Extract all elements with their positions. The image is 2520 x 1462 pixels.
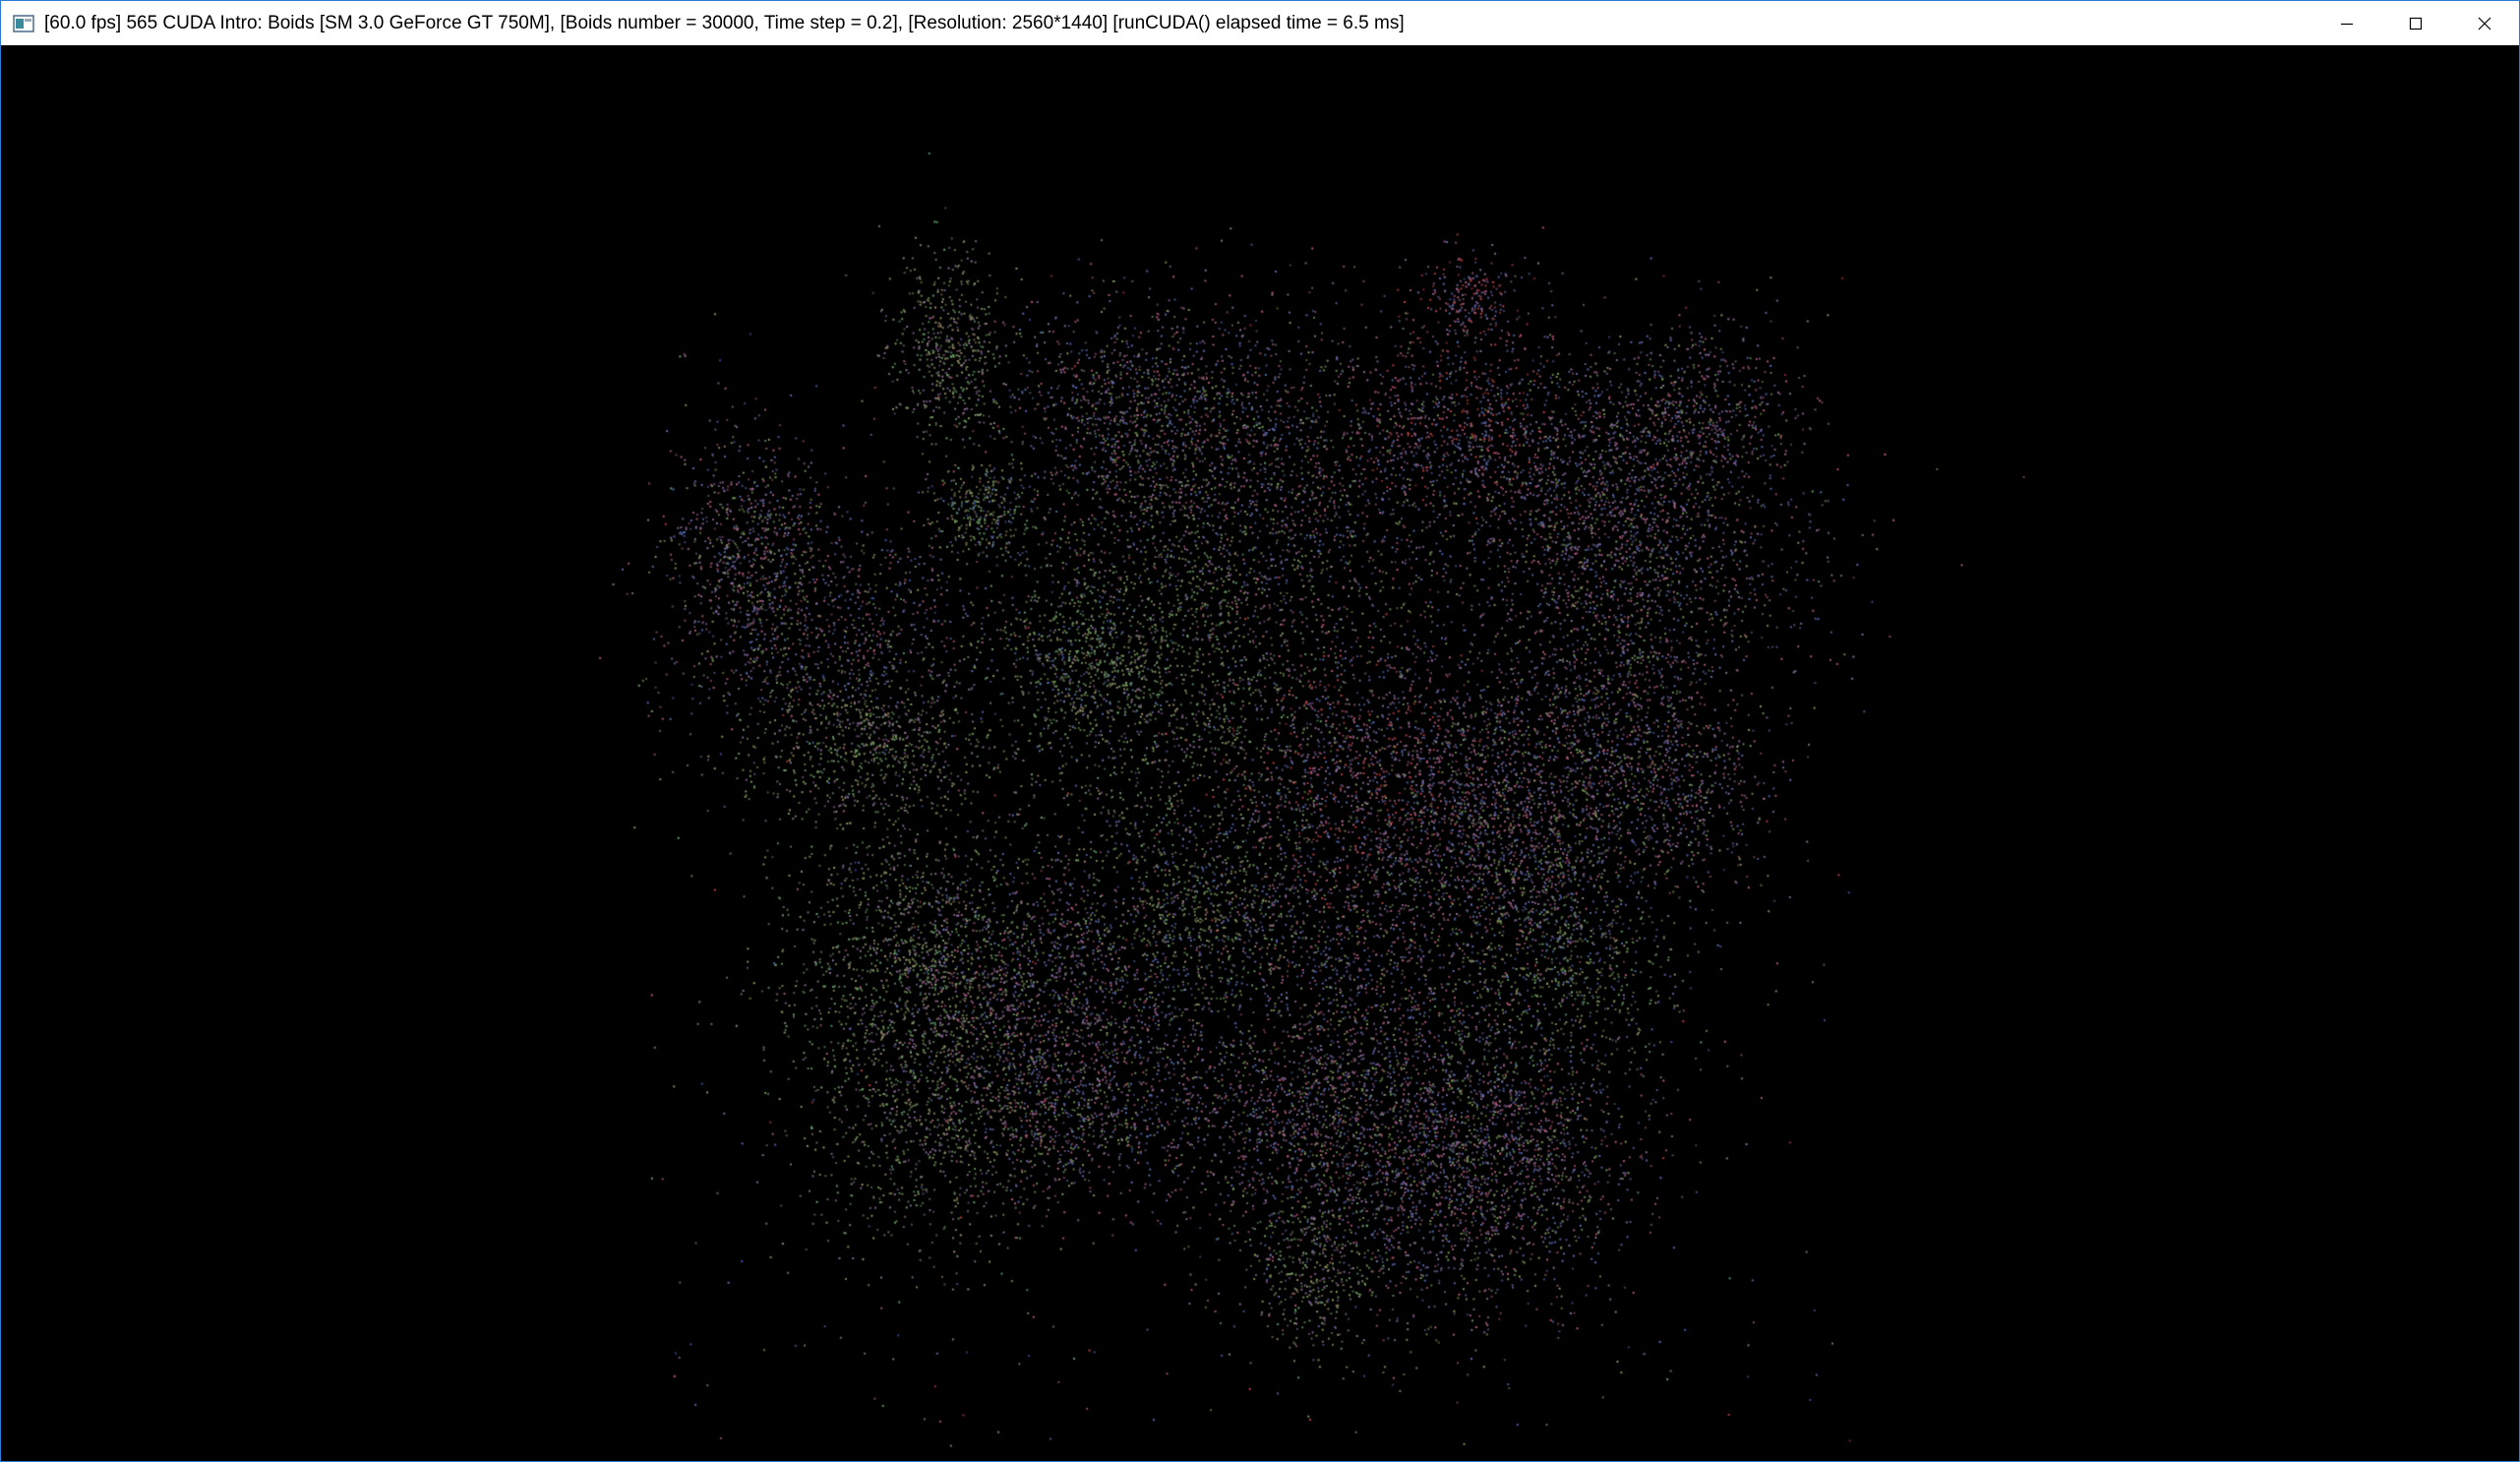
caption-buttons <box>2312 1 2519 45</box>
boids-window: [60.0 fps] 565 CUDA Intro: Boids [SM 3.0… <box>0 0 2520 1462</box>
simulation-viewport[interactable] <box>1 45 2519 1461</box>
minimize-icon <box>2341 23 2353 25</box>
minimize-button[interactable] <box>2312 1 2381 45</box>
close-button[interactable] <box>2450 1 2519 45</box>
title-bar[interactable]: [60.0 fps] 565 CUDA Intro: Boids [SM 3.0… <box>1 1 2519 45</box>
close-icon <box>2478 17 2491 30</box>
console-window-icon <box>13 14 34 32</box>
window-title: [60.0 fps] 565 CUDA Intro: Boids [SM 3.0… <box>44 12 1405 33</box>
boids-particle-canvas[interactable] <box>1 45 2519 1461</box>
maximize-button[interactable] <box>2381 1 2450 45</box>
maximize-icon <box>2409 17 2423 30</box>
